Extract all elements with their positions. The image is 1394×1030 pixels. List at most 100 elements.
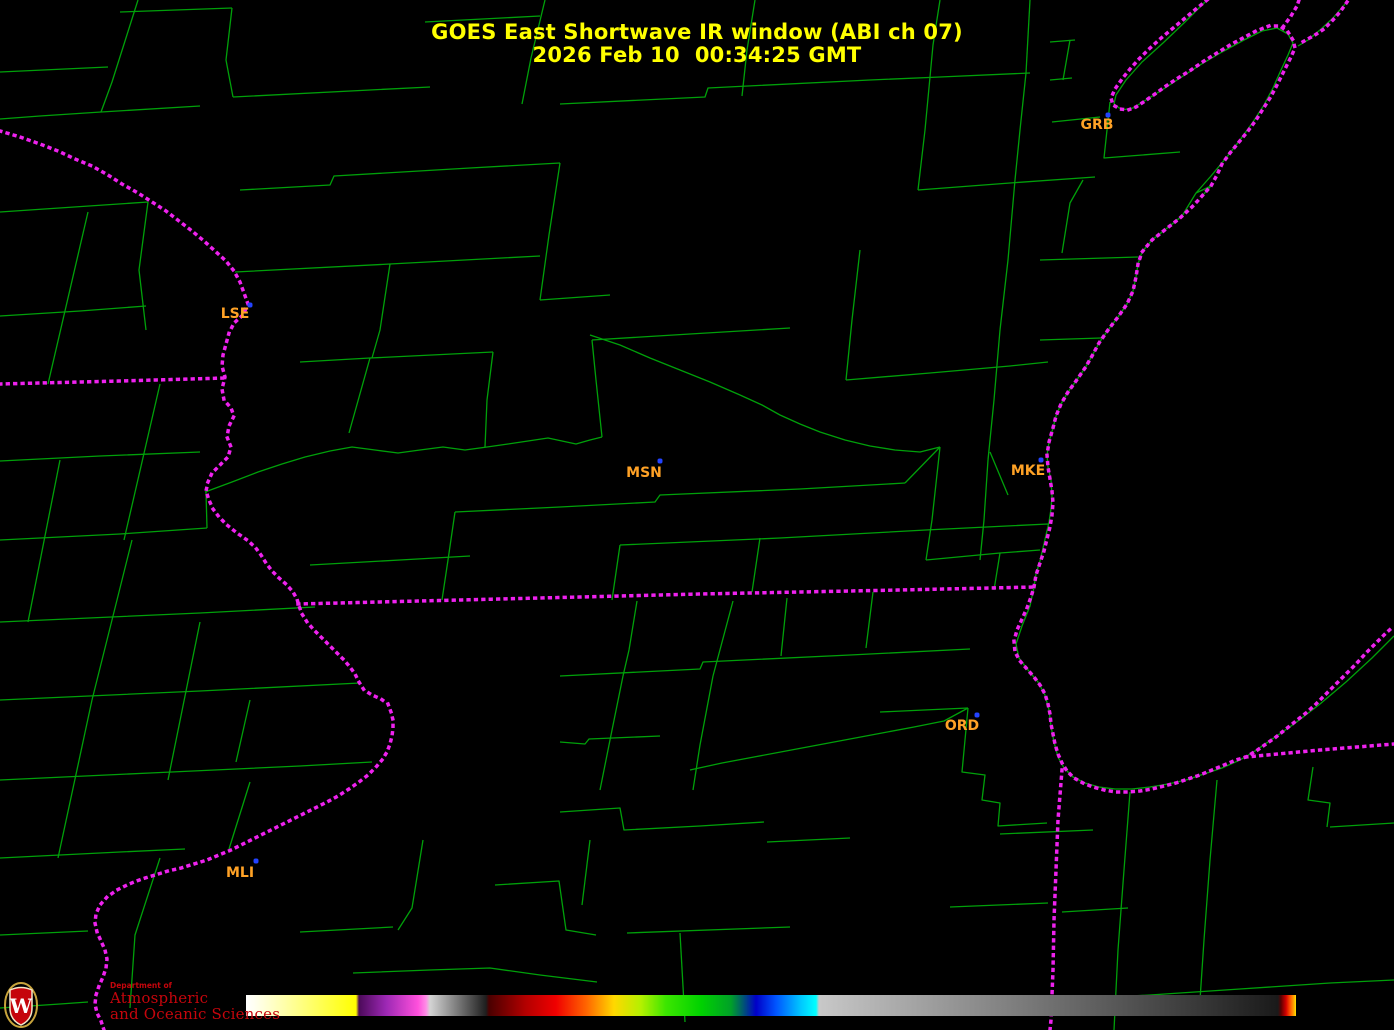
city-label-mli: MLI xyxy=(226,865,254,881)
county-border-line xyxy=(592,328,790,340)
map-canvas xyxy=(0,0,1394,1030)
county-border-line xyxy=(846,250,860,380)
county-border-line xyxy=(28,460,60,622)
county-border-line xyxy=(0,683,360,700)
county-border-line xyxy=(1330,823,1394,827)
city-dot-mli xyxy=(254,859,259,864)
county-border-line xyxy=(310,556,470,565)
county-border-line xyxy=(233,87,430,97)
county-border-line xyxy=(58,700,92,858)
state-border-line xyxy=(1050,770,1062,1030)
county-border-line xyxy=(0,202,148,212)
county-border-line xyxy=(0,849,185,858)
county-border-line xyxy=(0,607,315,622)
state-border-line xyxy=(0,131,393,1030)
county-border-line xyxy=(1015,73,1026,180)
county-border-line xyxy=(398,840,423,930)
county-borders-layer xyxy=(0,0,1394,1030)
county-border-line xyxy=(866,592,873,648)
county-border-line xyxy=(990,452,1008,495)
city-dot-msn xyxy=(658,459,663,464)
county-border-line xyxy=(0,931,88,935)
county-border-line xyxy=(1062,908,1128,912)
county-border-line xyxy=(1104,102,1180,158)
state-border-line xyxy=(298,587,1035,604)
county-border-line xyxy=(926,447,940,560)
county-border-line xyxy=(713,601,733,676)
enhancement-colorbar xyxy=(246,995,1296,1016)
city-label-msn: MSN xyxy=(626,465,662,481)
county-border-line xyxy=(1308,767,1330,827)
county-border-line xyxy=(205,437,602,492)
county-border-line xyxy=(693,676,713,790)
county-border-line xyxy=(846,362,1048,380)
county-border-line xyxy=(120,8,232,12)
county-border-line xyxy=(560,808,764,830)
county-border-line xyxy=(612,545,620,600)
uw-crest-icon: W xyxy=(4,982,38,1028)
county-border-line xyxy=(442,512,455,600)
county-border-line xyxy=(1040,338,1101,340)
county-border-line xyxy=(229,782,250,849)
county-border-line xyxy=(0,528,207,540)
county-border-line xyxy=(540,163,560,300)
state-borders-layer xyxy=(0,0,1394,1030)
county-border-line xyxy=(485,352,493,447)
city-label-lse: LSE xyxy=(221,306,250,322)
county-border-line xyxy=(918,77,930,190)
county-border-line xyxy=(0,306,146,316)
county-border-line xyxy=(592,340,602,437)
county-border-line xyxy=(1050,78,1072,80)
image-timestamp: 2026 Feb 10 00:34:25 GMT xyxy=(0,44,1394,67)
county-border-line xyxy=(582,840,590,905)
county-border-line xyxy=(168,622,200,780)
county-border-line xyxy=(0,112,101,119)
county-border-line xyxy=(1062,180,1083,253)
county-border-line xyxy=(950,903,1048,907)
county-border-line xyxy=(918,177,1095,190)
city-dot-ord xyxy=(975,713,980,718)
county-border-line xyxy=(1016,587,1240,789)
city-dot-mke xyxy=(1039,458,1044,463)
county-border-line xyxy=(240,163,560,190)
county-border-line xyxy=(627,927,790,933)
county-border-line xyxy=(1040,257,1138,260)
county-border-line xyxy=(455,483,905,512)
county-border-line xyxy=(590,335,940,452)
county-border-line xyxy=(0,67,108,72)
county-border-line xyxy=(124,384,160,540)
county-border-line xyxy=(372,264,390,358)
county-border-line xyxy=(926,550,1040,560)
county-border-line xyxy=(1240,980,1394,989)
county-border-line xyxy=(1034,193,1196,587)
county-border-line xyxy=(300,927,393,932)
logo-line2: Atmospheric xyxy=(110,991,280,1006)
county-border-line xyxy=(752,538,760,592)
county-border-line xyxy=(560,73,1030,104)
county-border-line xyxy=(994,553,1000,590)
county-border-line xyxy=(300,352,493,362)
county-border-line xyxy=(540,295,610,300)
county-border-line xyxy=(1000,830,1093,834)
county-border-line xyxy=(880,708,968,712)
logo-text: Department of Atmospheric and Oceanic Sc… xyxy=(110,982,280,1022)
county-border-line xyxy=(353,968,597,982)
county-border-line xyxy=(235,256,540,272)
uw-aos-logo: W Department of Atmospheric and Oceanic … xyxy=(4,982,280,1028)
county-border-line xyxy=(690,708,968,770)
city-label-ord: ORD xyxy=(945,718,979,734)
county-border-line xyxy=(623,601,637,676)
state-border-line xyxy=(0,378,226,384)
county-border-line xyxy=(349,358,370,433)
county-border-line xyxy=(0,762,372,780)
crest-letter: W xyxy=(9,994,33,1018)
county-border-line xyxy=(1000,180,1015,330)
county-border-line xyxy=(236,700,250,762)
county-border-line xyxy=(101,106,200,112)
image-title: GOES East Shortwave IR window (ABI ch 07… xyxy=(0,21,1394,44)
county-border-line xyxy=(781,598,787,656)
logo-line3: and Oceanic Sciences xyxy=(110,1007,280,1022)
county-border-line xyxy=(767,838,850,842)
county-border-line xyxy=(92,540,132,700)
county-border-line xyxy=(905,447,940,483)
